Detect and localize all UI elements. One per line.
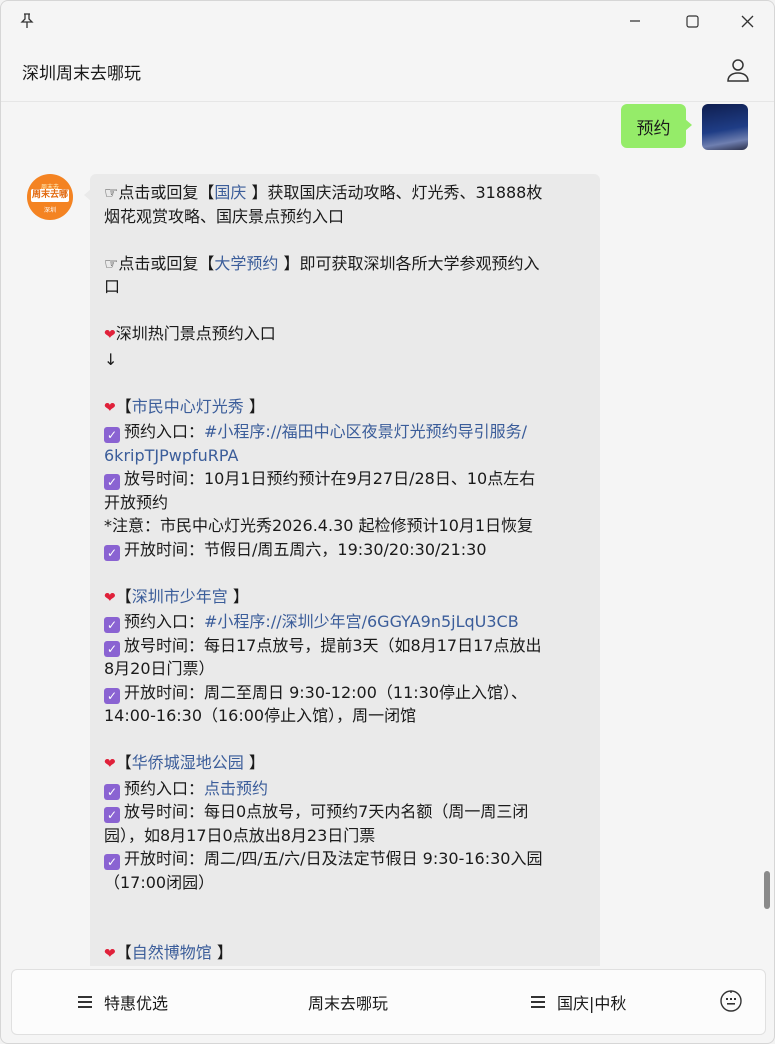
text: 】获取国庆活动攻略、灯光秀、31888枚 <box>246 183 543 202</box>
link-wetland-park[interactable]: 华侨城湿地公园 <box>132 753 244 772</box>
menu-label: 特惠优选 <box>104 994 169 1013</box>
bot-avatar[interactable]: 周末去 周末去哪 深圳 <box>27 174 73 220</box>
check-icon: ✓ <box>104 474 120 490</box>
arrow-text: ↓ <box>104 349 118 369</box>
check-icon: ✓ <box>104 854 120 870</box>
text: 预约入口： <box>124 778 205 798</box>
user-avatar[interactable] <box>702 104 748 150</box>
heart-icon: ❤ <box>104 399 116 416</box>
person-icon[interactable] <box>726 57 750 83</box>
outgoing-message[interactable]: 预约 <box>621 104 692 148</box>
menu-item-holiday[interactable]: 国庆|中秋 <box>531 990 626 1014</box>
link-book-now[interactable]: 点击预约 <box>204 779 268 798</box>
text: 放号时间：每日17点放号，提前3天（如8月17日17点放出 <box>124 635 542 655</box>
menu-item-weekend[interactable]: 周末去哪玩 <box>308 990 388 1014</box>
check-icon: ✓ <box>104 617 120 633</box>
link-miniprogram-youth[interactable]: #小程序://深圳少年宫/6GGYA9n5jLqU3CB <box>204 612 519 631</box>
avatar-text-main: 周末去哪 <box>31 189 69 202</box>
text: 【 <box>115 396 132 416</box>
menu-label: 周末去哪玩 <box>308 994 389 1013</box>
minimize-button[interactable] <box>621 8 649 34</box>
text: 14:00-16:30（16:00停止入馆），周一闭馆 <box>104 706 417 725</box>
pin-icon[interactable] <box>18 12 36 30</box>
check-icon: ✓ <box>104 783 120 800</box>
message-list[interactable]: 预约 周末去 周末去哪 深圳 ☞点击或回复【国庆 】获取国庆活动攻略、灯光秀、3… <box>1 102 774 966</box>
menu-icon <box>531 993 545 1011</box>
text: 8月20日门票） <box>104 659 215 678</box>
link-university[interactable]: 大学预约 <box>214 254 278 273</box>
heart-icon: ❤ <box>104 327 116 343</box>
text: 【 <box>115 753 132 772</box>
heart-icon: ❤ <box>104 589 116 606</box>
text: 】 <box>243 396 265 416</box>
check-icon: ✓ <box>104 427 120 443</box>
text: 】 <box>211 943 233 962</box>
heart-icon: ❤ <box>104 756 116 772</box>
text: ☞点击或回复【 <box>104 183 215 202</box>
text: 放号时间：每日0点放号，可预约7天内名额（周一周三闭 <box>124 802 529 821</box>
chat-window: 深圳周末去哪玩 预约 周末去 周末去哪 深圳 ☞点击或回复【国庆 】获取国庆活动… <box>0 0 775 1044</box>
check-icon: ✓ <box>104 544 120 561</box>
scrollbar-thumb[interactable] <box>764 871 770 909</box>
maximize-button[interactable] <box>678 8 706 34</box>
chat-title: 深圳周末去哪玩 <box>22 64 141 84</box>
text: 开放时间：节假日/周五周六，19:30/20:30/21:30 <box>124 539 487 559</box>
text: 】 <box>227 586 249 606</box>
text: 放号时间：10月1日预约预计在9月27日/28日、10点左右 <box>124 469 536 488</box>
text: ☞点击或回复【 <box>104 253 215 273</box>
text: 开放时间：周二/四/五/六/日及法定节假日 9:30-16:30入园 <box>124 849 543 868</box>
link-natural-museum[interactable]: 自然博物馆 <box>132 943 212 962</box>
menu-icon <box>78 993 92 1011</box>
text: 园），如8月17日0点放出8月23日门票 <box>104 825 376 845</box>
text: 烟花观赏攻略、国庆景点预约入口 <box>104 206 345 226</box>
close-button[interactable] <box>733 8 761 34</box>
text: 口 <box>104 277 121 296</box>
link-civic-center[interactable]: 市民中心灯光秀 <box>132 397 244 416</box>
text: （17:00闭园） <box>104 872 215 892</box>
text: 【 <box>115 586 132 606</box>
avatar-text-bottom: 深圳 <box>43 207 56 214</box>
text: 】即可获取深圳各所大学参观预约入 <box>278 253 540 273</box>
text: *注意：市民中心灯光秀2026.4.30 起检修预计10月1日恢复 <box>104 516 534 535</box>
text: 开放预约 <box>104 492 169 512</box>
text: 开放时间：周二至周日 9:30-12:00（11:30停止入馆）、 <box>124 682 528 702</box>
link-miniprogram-futian-cont[interactable]: 6kripTJPwpfuRPA <box>104 444 586 468</box>
text: 【 <box>115 943 132 962</box>
link-guoqing[interactable]: 国庆 <box>214 183 246 202</box>
check-icon: ✓ <box>104 807 120 823</box>
check-icon: ✓ <box>104 640 120 657</box>
text: 深圳热门景点预约入口 <box>115 324 276 343</box>
incoming-message: ☞点击或回复【国庆 】获取国庆活动攻略、灯光秀、31888枚 烟花观赏攻略、国庆… <box>84 174 600 966</box>
menu-item-deals[interactable]: 特惠优选 <box>78 990 168 1014</box>
heart-icon: ❤ <box>104 946 116 962</box>
link-youth-palace[interactable]: 深圳市少年宫 <box>132 587 228 606</box>
bottom-menu-bar: 特惠优选 周末去哪玩 国庆|中秋 <box>11 969 766 1035</box>
text: 预约入口： <box>124 612 205 631</box>
title-bar <box>1 1 774 41</box>
check-icon: ✓ <box>104 687 120 704</box>
menu-label: 国庆|中秋 <box>557 994 627 1013</box>
link-miniprogram-futian[interactable]: #小程序://福田中心区夜景灯光预约导引服务/ <box>204 422 527 441</box>
text: 预约入口： <box>124 422 205 441</box>
text: 】 <box>243 753 265 772</box>
keyboard-icon[interactable] <box>719 989 743 1013</box>
chat-header: 深圳周末去哪玩 <box>1 41 774 102</box>
